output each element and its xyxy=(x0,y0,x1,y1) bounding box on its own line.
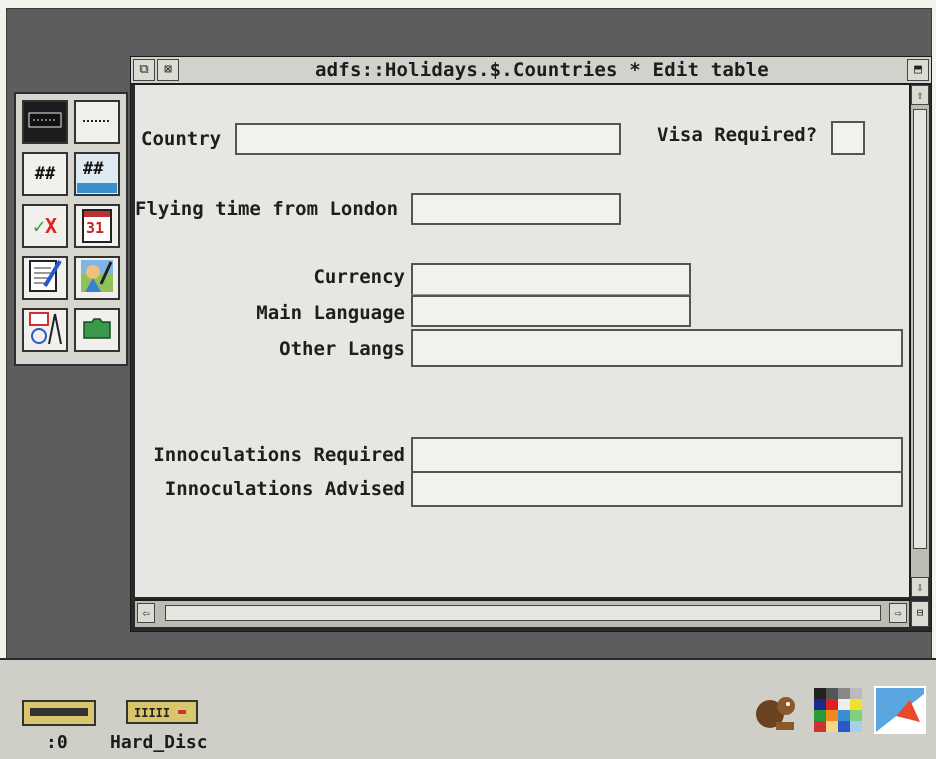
currency-field[interactable] xyxy=(411,263,691,295)
tick-cross-tool[interactable]: ✓X xyxy=(22,204,68,248)
hard-disc-light xyxy=(178,710,186,714)
close-icon[interactable]: ⊠ xyxy=(157,59,179,81)
number-field-alt-icon: ## xyxy=(77,155,117,193)
visa-required-field[interactable] xyxy=(831,121,865,155)
country-label: Country xyxy=(141,128,222,150)
innoculations-required-field[interactable] xyxy=(411,437,903,473)
innoculations-required-label: Innoculations Required xyxy=(153,444,405,466)
wave-shape xyxy=(77,183,117,193)
hard-disc-vents: IIIII xyxy=(134,706,171,720)
innoculations-advised-label: Innoculations Advised xyxy=(164,478,405,500)
scroll-left-icon[interactable]: ⇦ xyxy=(137,603,155,623)
edit-table-window: ⧉ ⊠ adfs::Holidays.$.Countries * Edit ta… xyxy=(130,56,932,632)
scroll-down-icon[interactable]: ⇩ xyxy=(911,577,929,597)
innoculations-advised-field[interactable] xyxy=(411,471,903,507)
hard-disc-icon[interactable]: IIIII xyxy=(126,700,198,724)
draw-tools-icon xyxy=(27,310,63,350)
calendar-icon: 31 xyxy=(82,209,112,243)
floppy-drive-label[interactable]: :0 xyxy=(46,732,68,753)
number-field-alt-tool[interactable]: ## xyxy=(74,152,120,196)
country-field[interactable] xyxy=(235,123,621,155)
window-titlebar[interactable]: ⧉ ⊠ adfs::Holidays.$.Countries * Edit ta… xyxy=(131,57,931,85)
flying-time-label: Flying time from London xyxy=(135,198,399,220)
text-field-tool[interactable] xyxy=(22,100,68,144)
form-area: Country Visa Required? Flying time from … xyxy=(135,85,909,597)
paint-tool[interactable] xyxy=(74,256,120,300)
calendar-tool[interactable]: 31 xyxy=(74,204,120,248)
paint-icon xyxy=(79,258,115,298)
folder-icon xyxy=(82,316,112,344)
text-field-icon xyxy=(28,109,62,135)
floppy-slot xyxy=(30,708,88,716)
toggle-size-icon[interactable]: ⬒ xyxy=(907,59,929,81)
back-icon[interactable]: ⧉ xyxy=(133,59,155,81)
main-language-label: Main Language xyxy=(256,302,405,324)
number-field-alt-glyph: ## xyxy=(83,159,104,179)
palette-icon[interactable] xyxy=(814,688,862,732)
scroll-up-icon[interactable]: ⇧ xyxy=(911,85,929,105)
dotted-field-icon xyxy=(80,109,114,135)
window-title: adfs::Holidays.$.Countries * Edit table xyxy=(315,59,769,81)
horizontal-scroll-thumb[interactable] xyxy=(165,605,881,621)
cross-glyph: X xyxy=(45,214,58,238)
currency-label: Currency xyxy=(313,266,405,288)
notepad-icon xyxy=(27,258,63,298)
other-langs-label: Other Langs xyxy=(279,338,405,360)
draw-tools-tool[interactable] xyxy=(22,308,68,352)
application-icon[interactable] xyxy=(874,686,926,734)
number-field-tool[interactable]: ## xyxy=(22,152,68,196)
other-langs-field[interactable] xyxy=(411,329,903,367)
tick-glyph: ✓ xyxy=(32,214,45,238)
number-field-icon: ## xyxy=(34,164,56,184)
scroll-right-icon[interactable]: ⇨ xyxy=(889,603,907,623)
hard-disc-label[interactable]: Hard_Disc xyxy=(110,732,208,753)
calendar-header xyxy=(84,211,110,217)
horizontal-scrollbar[interactable]: ⇦ ⇨ xyxy=(135,599,909,627)
icon-bar: :0 IIIII Hard_Disc xyxy=(0,658,936,759)
field-toolbox: ## ## ✓X 31 xyxy=(14,92,128,366)
squirrel-icon[interactable] xyxy=(752,686,802,740)
tick-cross-icon: ✓X xyxy=(33,214,57,238)
vertical-scrollbar[interactable]: ⇧ ⇩ xyxy=(909,85,929,597)
vertical-scroll-thumb[interactable] xyxy=(913,109,927,549)
folder-tool[interactable] xyxy=(74,308,120,352)
flying-time-field[interactable] xyxy=(411,193,621,225)
notepad-tool[interactable] xyxy=(22,256,68,300)
dotted-field-tool[interactable] xyxy=(74,100,120,144)
desktop: ## ## ✓X 31 ⧉ ⊠ adfs::Holidays.$.Countri… xyxy=(6,8,932,752)
calendar-day: 31 xyxy=(86,219,105,237)
visa-required-label: Visa Required? xyxy=(657,124,818,146)
floppy-drive-icon[interactable] xyxy=(22,700,96,726)
main-language-field[interactable] xyxy=(411,295,691,327)
adjust-size-icon[interactable]: ⊟ xyxy=(911,601,929,627)
